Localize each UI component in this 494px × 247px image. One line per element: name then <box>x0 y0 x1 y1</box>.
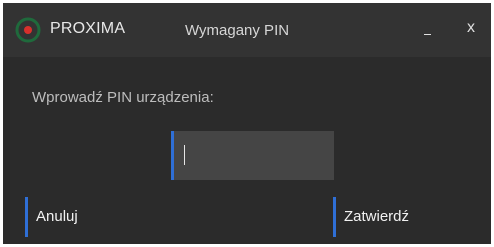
dialog-title: Wymagany PIN <box>185 22 290 39</box>
app-name: PROXIMA <box>50 20 126 37</box>
pin-input[interactable] <box>171 131 334 180</box>
title-bar[interactable]: PROXIMA Wymagany PIN x <box>3 3 491 57</box>
proxima-logo-icon <box>15 17 41 43</box>
confirm-button[interactable]: Zatwierdź <box>333 197 473 237</box>
minimize-button[interactable] <box>413 13 443 43</box>
text-caret <box>184 145 185 165</box>
minimize-icon <box>424 34 431 35</box>
close-button[interactable]: x <box>456 13 486 43</box>
pin-dialog-window: PROXIMA Wymagany PIN x Wprowadź PIN urzą… <box>3 3 491 244</box>
cancel-button-label: Anuluj <box>36 208 78 225</box>
confirm-button-label: Zatwierdź <box>344 208 410 225</box>
cancel-button[interactable]: Anuluj <box>25 197 145 237</box>
close-icon: x <box>467 19 475 36</box>
pin-label: Wprowadź PIN urządzenia: <box>32 89 214 106</box>
